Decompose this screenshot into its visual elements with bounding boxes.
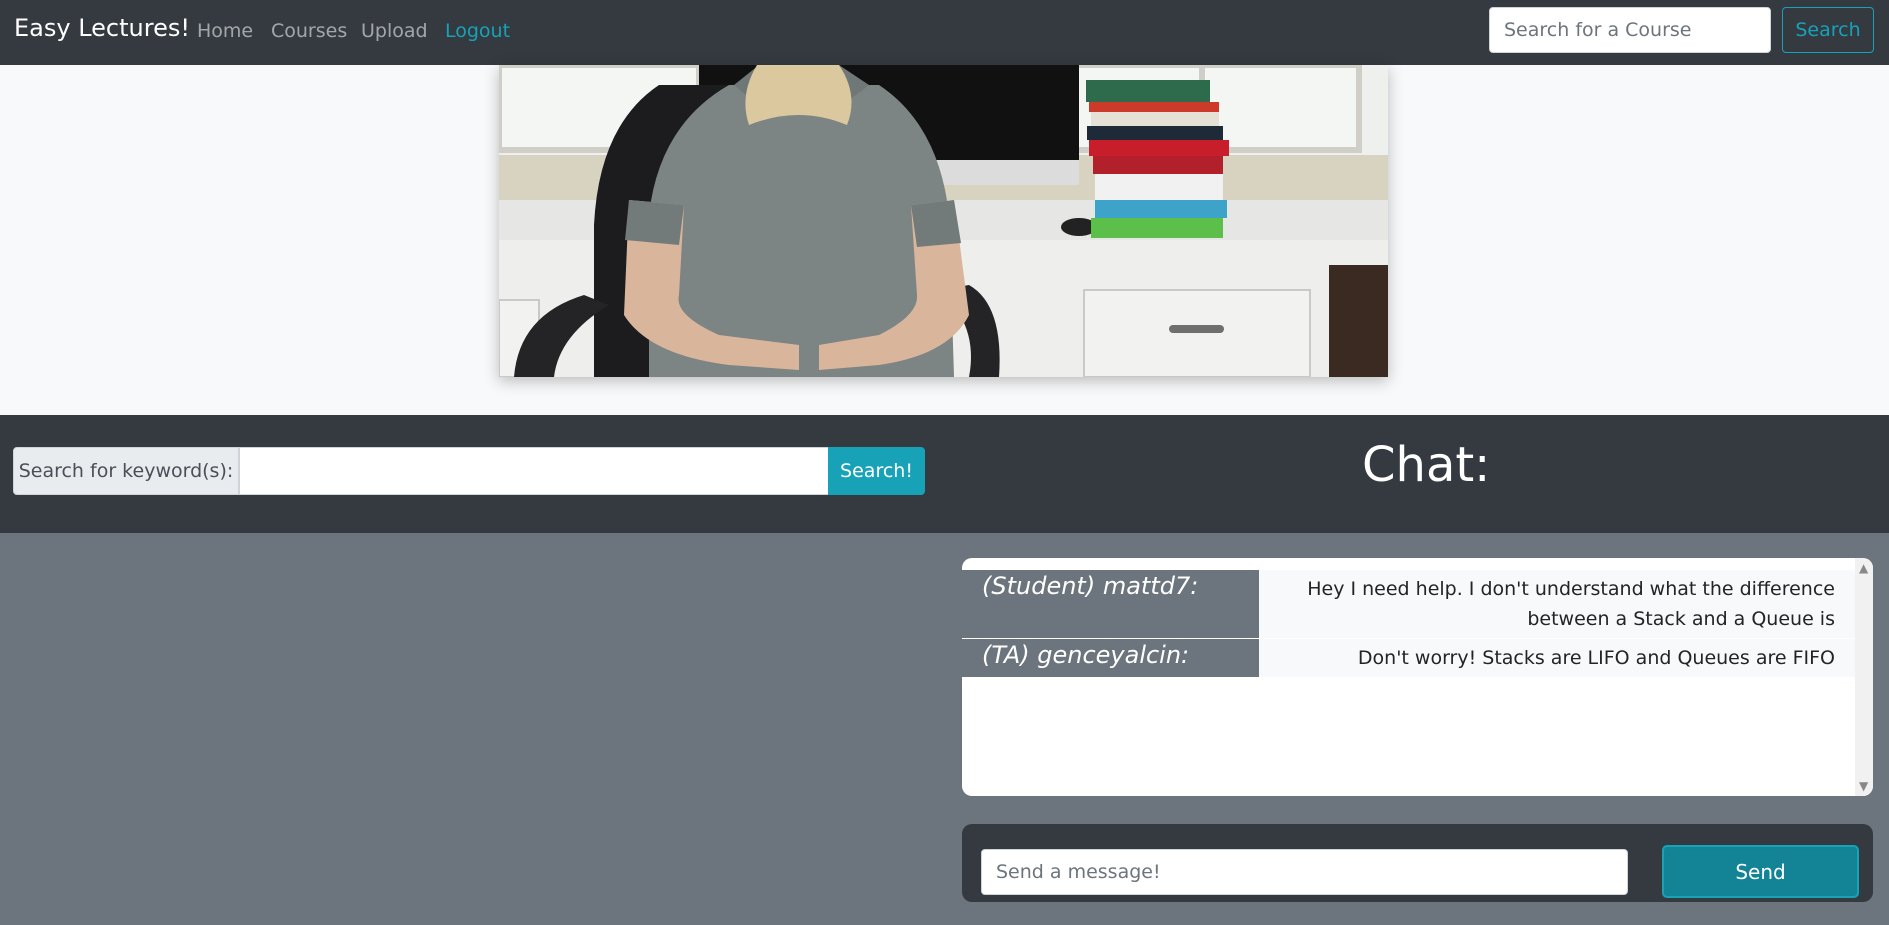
nav-link-courses[interactable]: Courses [271,20,347,42]
chat-message-text: Don't worry! Stacks are LIFO and Queues … [1259,639,1855,677]
chat-message-input[interactable] [981,849,1628,895]
chat-message-author: (Student) mattd7: [962,570,1259,638]
send-message-button[interactable]: Send [1662,845,1859,898]
keyword-search-group: Search for keyword(s): Search! [13,447,925,495]
top-navbar: Easy Lectures! Home Courses Upload Logou… [0,0,1889,65]
keyword-search-label: Search for keyword(s): [13,447,239,495]
chat-composer: Send [962,824,1873,902]
lecture-video[interactable] [499,65,1388,377]
nav-link-logout[interactable]: Logout [445,20,510,42]
course-search-input[interactable] [1489,7,1771,53]
brand-logo[interactable]: Easy Lectures! [14,14,190,42]
chat-message: (Student) mattd7: Hey I need help. I don… [962,570,1855,639]
nav-link-home[interactable]: Home [197,20,253,42]
course-search-button[interactable]: Search [1782,7,1874,53]
chat-scrollbar[interactable]: ▲ ▼ [1855,558,1873,796]
keyword-search-input[interactable] [239,447,831,495]
video-area [0,65,1889,415]
nav-link-upload[interactable]: Upload [361,20,428,42]
scroll-up-icon[interactable]: ▲ [1859,562,1868,574]
search-chat-header: Search for keyword(s): Search! Chat: [0,415,1889,533]
chat-message-text: Hey I need help. I don't understand what… [1259,570,1855,638]
keyword-search-button[interactable]: Search! [828,447,925,495]
chat-messages-box[interactable]: (Student) mattd7: Hey I need help. I don… [962,558,1873,796]
chat-message-author: (TA) genceyalcin: [962,639,1259,677]
chat-title: Chat: [1362,437,1491,493]
video-frame-image [499,65,1388,377]
chat-message: (TA) genceyalcin: Don't worry! Stacks ar… [962,639,1855,678]
chat-message-list: (Student) mattd7: Hey I need help. I don… [962,570,1855,678]
scroll-down-icon[interactable]: ▼ [1859,780,1868,792]
